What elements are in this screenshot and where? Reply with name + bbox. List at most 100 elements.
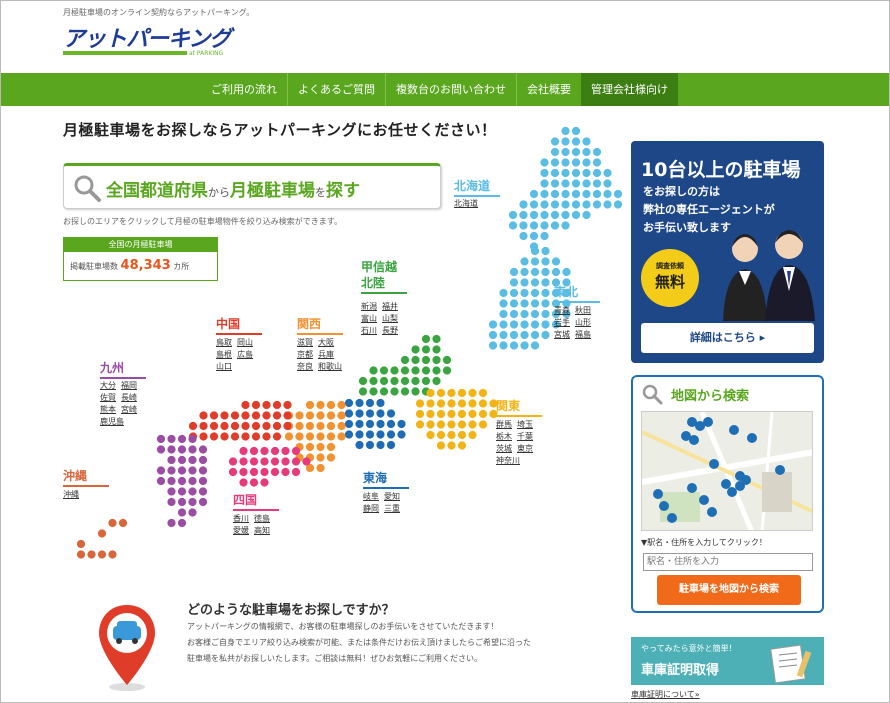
map-dot bbox=[365, 398, 375, 408]
pref-link[interactable]: 福島 bbox=[575, 330, 591, 339]
region-okinawa[interactable]: 沖縄 bbox=[63, 467, 109, 487]
pref-link[interactable]: 奈良 bbox=[297, 362, 313, 371]
map-dot bbox=[281, 446, 290, 456]
pref-link[interactable]: 長野 bbox=[382, 326, 398, 335]
pref-link[interactable]: 愛知 bbox=[384, 492, 400, 501]
map-dot bbox=[305, 421, 315, 431]
region-shikoku[interactable]: 四国 bbox=[233, 491, 279, 511]
pref-link[interactable]: 鳥取 bbox=[216, 338, 232, 347]
pref-link[interactable]: 栃木 bbox=[496, 432, 512, 441]
map-dot bbox=[540, 179, 549, 188]
pref-link[interactable]: 富山 bbox=[361, 314, 377, 323]
agents-photo-icon bbox=[723, 230, 815, 321]
pref-link[interactable]: 滋賀 bbox=[297, 338, 313, 347]
map-dot bbox=[447, 430, 456, 440]
map-dot bbox=[478, 399, 488, 408]
pref-link[interactable]: 山口 bbox=[216, 362, 232, 371]
map-dot bbox=[344, 430, 354, 439]
nav-item-flow[interactable]: ご利用の流れ bbox=[201, 73, 287, 106]
garage-certificate-link[interactable]: 車庫証明について» bbox=[631, 689, 700, 700]
pref-link[interactable]: 東京 bbox=[517, 444, 533, 453]
pref-link[interactable]: 神奈川 bbox=[496, 456, 520, 465]
nav-item-for-managers[interactable]: 管理会社様向け bbox=[581, 73, 678, 106]
garage-certificate-banner[interactable]: やってみたら意外と簡単！ 車庫証明取得 bbox=[631, 637, 824, 685]
nav-item-faq[interactable]: よくあるご質問 bbox=[287, 73, 385, 106]
map-dot bbox=[344, 398, 354, 408]
pref-link[interactable]: 宮城 bbox=[554, 330, 570, 339]
pref-link[interactable]: 大阪 bbox=[318, 338, 334, 347]
search-banner-part: から bbox=[208, 186, 230, 199]
map-dot bbox=[177, 497, 187, 507]
map-dot bbox=[76, 550, 86, 559]
pref-link[interactable]: 岡山 bbox=[237, 338, 253, 347]
map-dot bbox=[199, 421, 208, 431]
pref-link[interactable]: 茨城 bbox=[496, 444, 512, 453]
map-dot bbox=[550, 158, 560, 167]
pref-link[interactable]: 愛媛 bbox=[233, 526, 249, 535]
pref-link[interactable]: 宮崎 bbox=[121, 405, 137, 414]
pref-link[interactable]: 福井 bbox=[382, 302, 398, 311]
region-tokai[interactable]: 東海 bbox=[363, 469, 409, 489]
pref-link[interactable]: 沖縄 bbox=[63, 490, 79, 499]
map-dot bbox=[519, 210, 528, 220]
agent-details-button[interactable]: 詳細はこちら ▸ bbox=[641, 323, 814, 353]
region-hokkaido[interactable]: 北海道 bbox=[454, 177, 500, 197]
pref-link[interactable]: 福岡 bbox=[121, 381, 137, 390]
region-koshinetsu[interactable]: 甲信越 北陸 bbox=[361, 259, 407, 294]
pref-link[interactable]: 静岡 bbox=[363, 504, 379, 513]
map-search-button[interactable]: 駐車場を地図から検索 bbox=[657, 575, 801, 605]
nav-item-multiple-inquiry[interactable]: 複数台のお問い合わせ bbox=[385, 73, 516, 106]
region-tohoku[interactable]: 東北 bbox=[554, 283, 600, 303]
map-dot bbox=[283, 400, 292, 410]
pref-link[interactable]: 佐賀 bbox=[100, 393, 116, 402]
pref-link[interactable]: 熊本 bbox=[100, 405, 116, 414]
pref-link[interactable]: 石川 bbox=[361, 326, 377, 335]
region-kanto[interactable]: 関東 bbox=[496, 397, 542, 417]
map-dot bbox=[400, 355, 410, 365]
region-chugoku[interactable]: 中国 bbox=[216, 315, 262, 335]
pref-link[interactable]: 高知 bbox=[254, 526, 270, 535]
station-address-input[interactable] bbox=[643, 553, 813, 571]
site-logo[interactable]: アットパーキング bbox=[63, 21, 231, 53]
pref-link[interactable]: 大分 bbox=[100, 381, 116, 390]
map-dot bbox=[167, 487, 176, 496]
pref-link[interactable]: 岐阜 bbox=[363, 492, 379, 501]
map-dot bbox=[499, 288, 508, 298]
region-kansai[interactable]: 関西 bbox=[297, 315, 343, 335]
map-dot bbox=[358, 376, 368, 386]
map-dot bbox=[97, 529, 107, 538]
pref-link[interactable]: 徳島 bbox=[254, 514, 270, 523]
pref-link[interactable]: 新潟 bbox=[361, 302, 377, 311]
map-dot bbox=[198, 445, 208, 454]
map-dot bbox=[198, 497, 208, 507]
map-preview[interactable] bbox=[641, 411, 813, 531]
pref-link[interactable]: 三重 bbox=[384, 504, 400, 513]
pref-link[interactable]: 長崎 bbox=[121, 393, 137, 402]
region-kyushu[interactable]: 九州 bbox=[100, 359, 146, 379]
pref-link[interactable]: 岩手 bbox=[554, 318, 570, 327]
map-dot bbox=[249, 467, 259, 477]
pref-link[interactable]: 香川 bbox=[233, 514, 249, 523]
pref-link[interactable]: 埼玉 bbox=[517, 420, 533, 429]
map-dot bbox=[457, 420, 467, 429]
pref-link[interactable]: 北海道 bbox=[454, 199, 478, 208]
map-dot bbox=[397, 430, 406, 439]
map-dot bbox=[571, 179, 581, 188]
pref-link[interactable]: 兵庫 bbox=[318, 350, 334, 359]
pref-link[interactable]: 青森 bbox=[554, 306, 570, 315]
pref-link[interactable]: 広島 bbox=[237, 350, 253, 359]
map-dot bbox=[228, 467, 238, 477]
pref-link[interactable]: 鹿児島 bbox=[100, 417, 124, 426]
pref-link[interactable]: 和歌山 bbox=[318, 362, 342, 371]
map-dot bbox=[468, 399, 477, 408]
pref-link[interactable]: 山梨 bbox=[382, 314, 398, 323]
agent-banner[interactable]: 10台以上の駐車場 をお探しの方は 弊社の専任エージェントが お手伝い致します … bbox=[631, 141, 824, 363]
pref-link[interactable]: 群馬 bbox=[496, 420, 512, 429]
pref-link[interactable]: 秋田 bbox=[575, 306, 591, 315]
map-dot bbox=[520, 257, 529, 266]
pref-link[interactable]: 島根 bbox=[216, 350, 232, 359]
pref-link[interactable]: 千葉 bbox=[517, 432, 533, 441]
pref-link[interactable]: 山形 bbox=[575, 318, 591, 327]
nav-item-company[interactable]: 会社概要 bbox=[516, 73, 581, 106]
pref-link[interactable]: 京都 bbox=[297, 350, 313, 359]
